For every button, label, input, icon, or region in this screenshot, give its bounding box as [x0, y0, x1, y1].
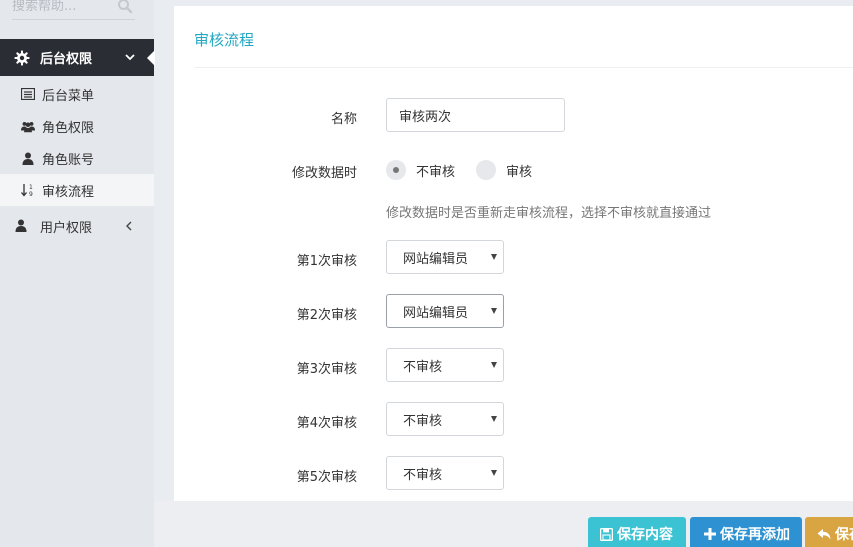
caret-down-icon: [491, 308, 497, 314]
caret-down-icon: [491, 416, 497, 422]
radio-no-review[interactable]: 不审核: [386, 160, 455, 180]
save-and-add-button[interactable]: 保存再添加: [690, 517, 802, 547]
list-icon: [21, 87, 35, 101]
chevron-down-icon: [125, 54, 135, 61]
help-text: 修改数据时是否重新走审核流程，选择不审核就直接通过: [386, 206, 712, 221]
page-title: 审核流程: [194, 31, 255, 49]
sidebar-item-label: 后台菜单: [42, 88, 95, 104]
main-panel: 审核流程 名称 审核两次 修改数据时 不审核 审核 修改数据时是否重新走审核流程…: [174, 6, 853, 501]
caret-down-icon: [491, 254, 497, 260]
caret-down-icon: [491, 362, 497, 368]
save-button-label: 保存内容: [617, 527, 673, 543]
sidebar-group-user-permissions[interactable]: 用户权限: [0, 210, 154, 242]
select-value: 不审核: [403, 413, 443, 429]
select-value: 不审核: [403, 359, 443, 375]
name-input[interactable]: 审核两次: [386, 98, 565, 132]
users-icon: [21, 119, 35, 133]
sidebar-group-label: 后台权限: [40, 52, 93, 67]
footer-action-bar: 保存内容 保存再添加 保存: [154, 501, 853, 547]
review-label-1: 第1次审核: [296, 254, 357, 269]
radio-circle[interactable]: [386, 160, 406, 180]
sidebar-group-admin-permissions[interactable]: 后台权限: [0, 39, 155, 76]
review-select-2[interactable]: 网站编辑员: [386, 294, 504, 328]
save-and-add-button-label: 保存再添加: [720, 527, 790, 543]
sidebar-item-menu[interactable]: 后台菜单: [0, 78, 154, 110]
svg-text:9: 9: [29, 191, 33, 197]
radio-label: 审核: [506, 164, 533, 180]
select-value: 网站编辑员: [403, 305, 469, 321]
radio-review[interactable]: 审核: [476, 160, 532, 180]
sidebar-item-label: 角色账号: [42, 152, 95, 168]
review-select-3[interactable]: 不审核: [386, 348, 504, 382]
select-value: 网站编辑员: [403, 251, 469, 267]
sidebar: 后台权限 后台菜单 角色权限 角色账号 19 审核流程 用户权限: [0, 0, 155, 547]
save-button[interactable]: 保存内容: [588, 517, 686, 547]
sidebar-item-review-flow[interactable]: 19 审核流程: [0, 174, 154, 206]
review-select-1[interactable]: 网站编辑员: [386, 240, 504, 274]
radio-label: 不审核: [416, 164, 456, 180]
plus-icon: [704, 528, 716, 540]
user-icon: [15, 219, 29, 233]
review-select-5[interactable]: 不审核: [386, 456, 504, 490]
modify-label: 修改数据时: [291, 166, 357, 181]
title-divider: [194, 67, 853, 68]
review-label-4: 第4次审核: [296, 416, 357, 431]
save-and-return-button-label: 保存: [835, 527, 853, 543]
sidebar-group-label: 用户权限: [40, 220, 93, 236]
select-value: 不审核: [403, 467, 443, 483]
user-icon: [21, 151, 35, 165]
svg-text:1: 1: [29, 184, 33, 191]
floppy-disk-icon: [600, 527, 613, 541]
caret-down-icon: [491, 470, 497, 476]
search-icon[interactable]: [117, 0, 133, 14]
sidebar-item-label: 角色权限: [42, 120, 95, 136]
gear-icon: [14, 50, 30, 66]
sidebar-item-role-accounts[interactable]: 角色账号: [0, 142, 154, 174]
review-label-3: 第3次审核: [296, 362, 357, 377]
reply-icon: [817, 528, 831, 540]
search-box: [12, 0, 135, 20]
search-input[interactable]: [12, 0, 112, 18]
sidebar-item-label: 审核流程: [42, 184, 95, 200]
sidebar-item-role-permissions[interactable]: 角色权限: [0, 110, 154, 142]
review-select-4[interactable]: 不审核: [386, 402, 504, 436]
name-label: 名称: [330, 112, 357, 127]
review-label-5: 第5次审核: [296, 470, 357, 485]
save-and-return-button[interactable]: 保存: [805, 517, 853, 547]
sort-numeric-icon: 19: [21, 183, 35, 197]
chevron-left-icon: [126, 221, 132, 231]
radio-dot: [393, 167, 399, 173]
review-label-2: 第2次审核: [296, 308, 357, 323]
radio-circle[interactable]: [476, 160, 496, 180]
